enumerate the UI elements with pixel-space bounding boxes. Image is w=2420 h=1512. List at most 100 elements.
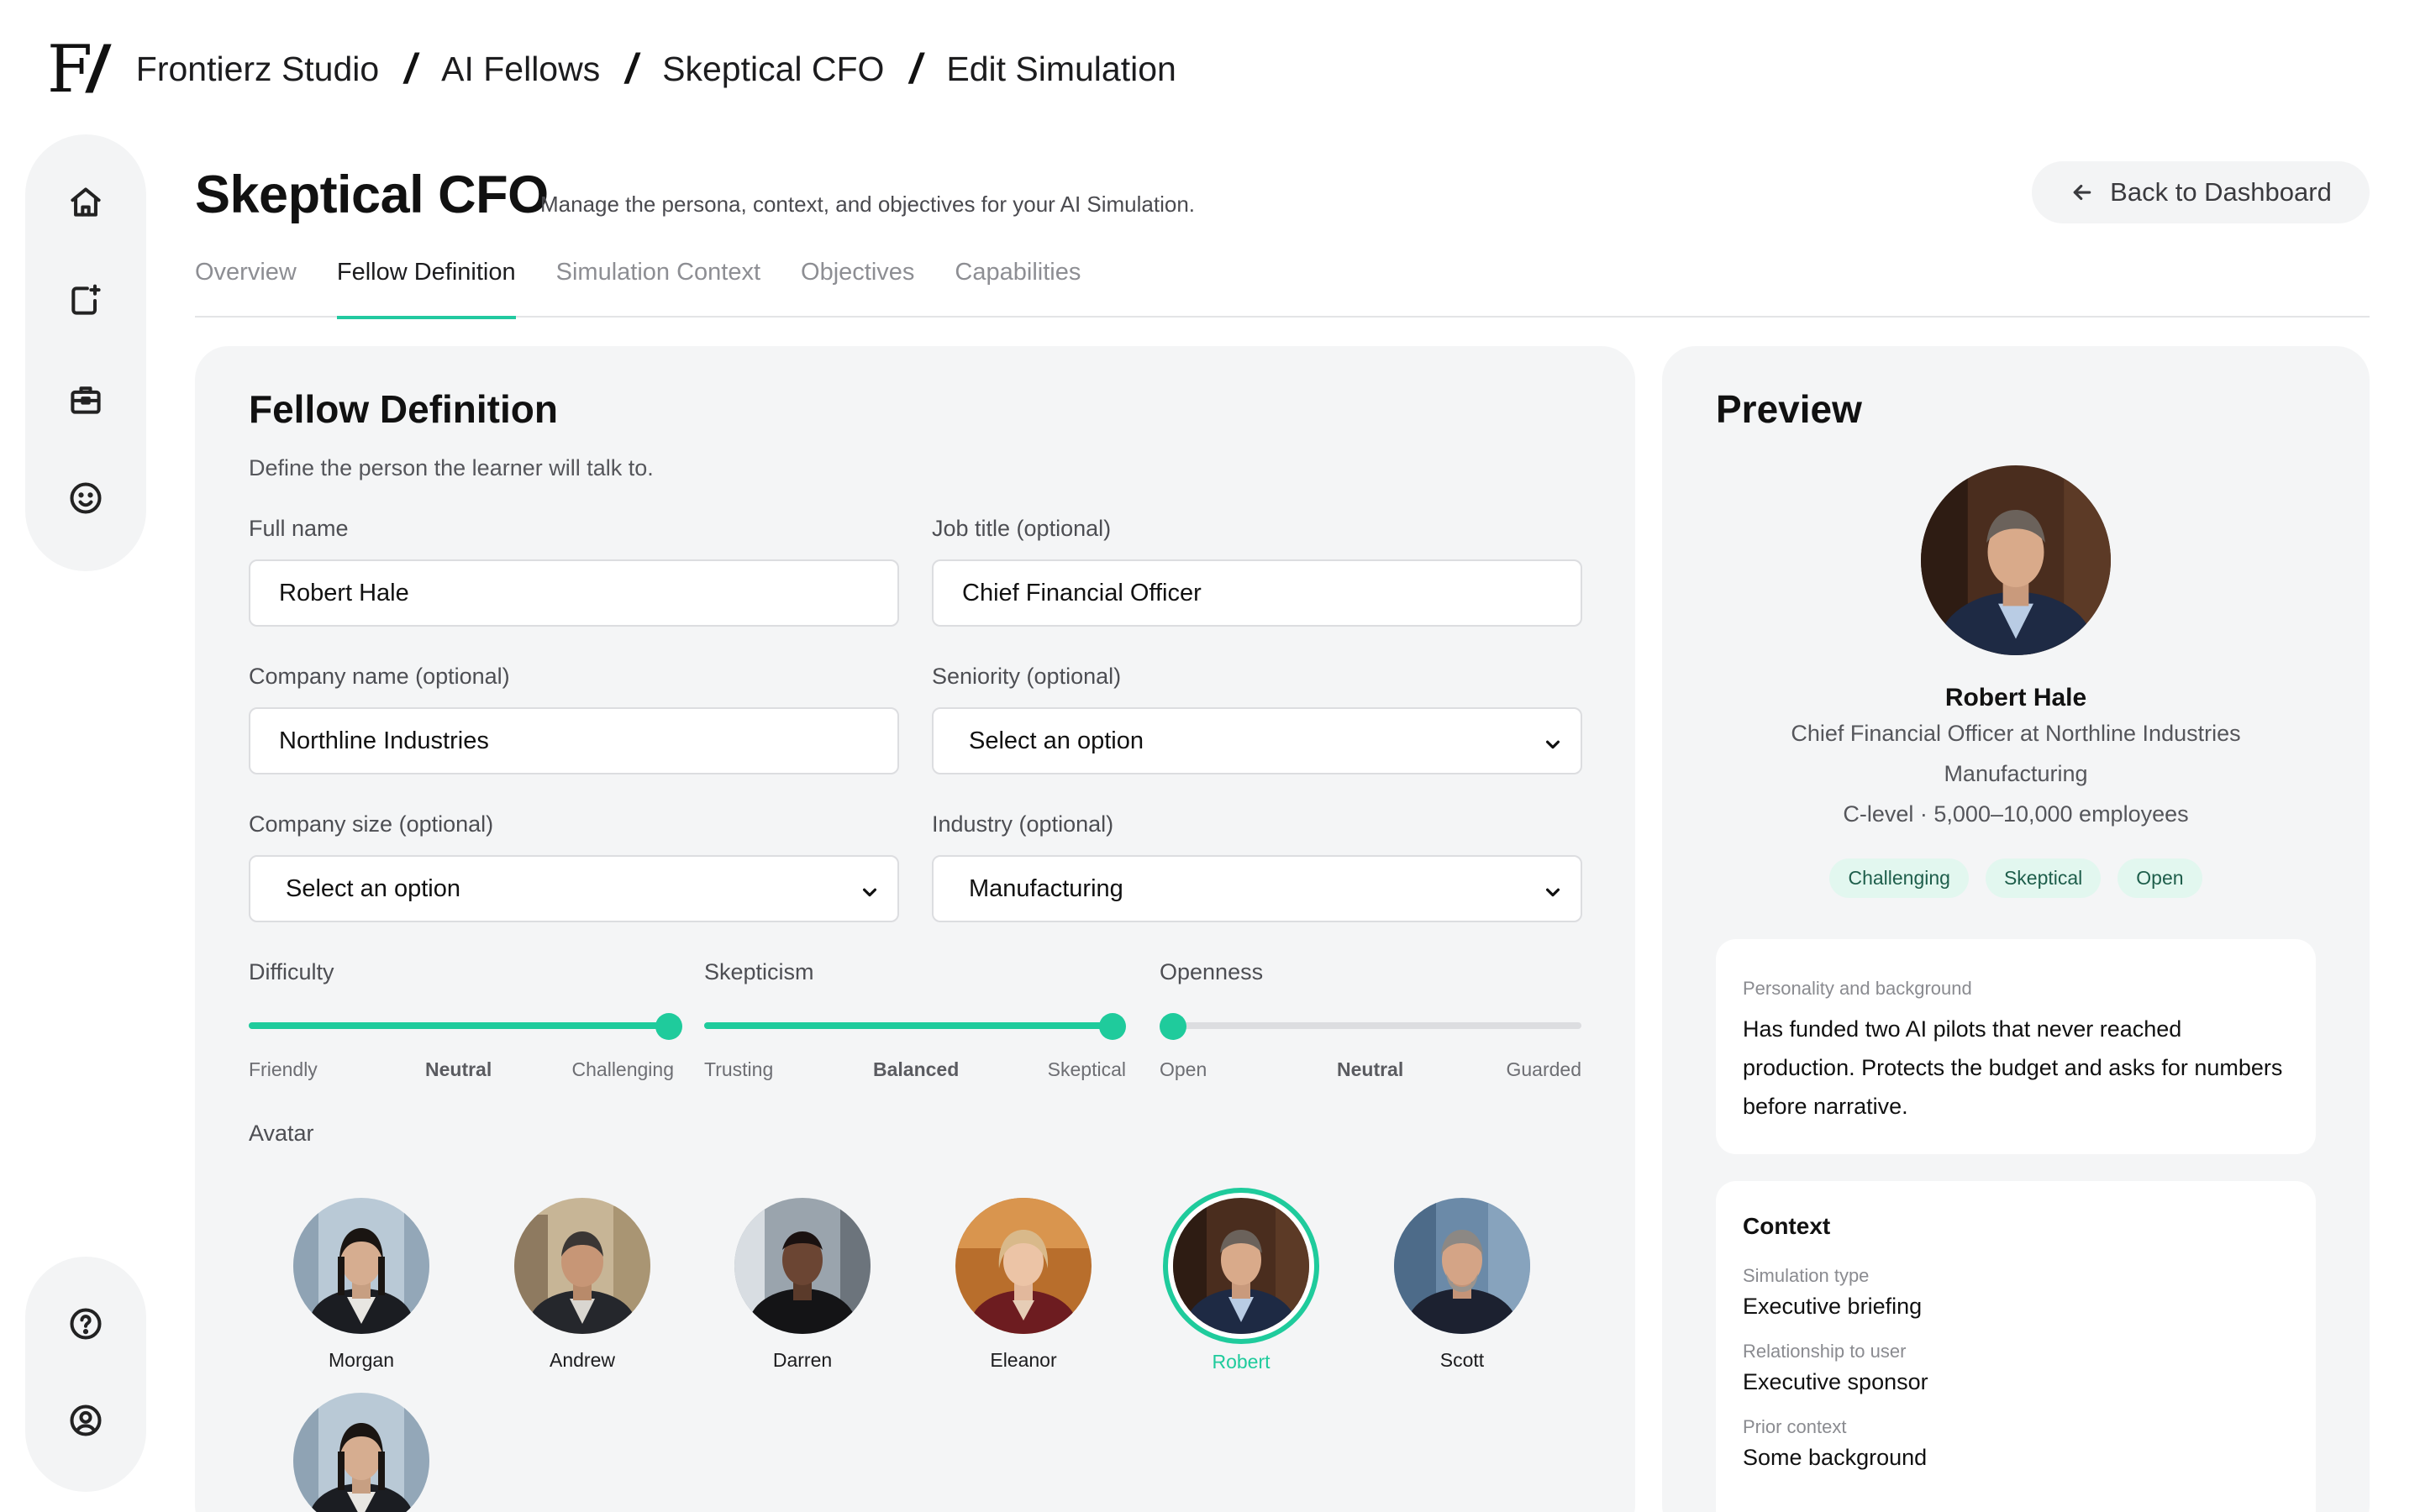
tab-bar: Overview Fellow Definition Simulation Co… — [195, 252, 2370, 319]
preview-industry: Manufacturing — [1944, 761, 2088, 786]
breadcrumb-separator: / — [404, 45, 417, 92]
avatar-image — [1394, 1198, 1530, 1334]
avatar-label: Avatar — [249, 1121, 314, 1146]
industry-label: Industry (optional) — [932, 811, 1114, 837]
skepticism-slider[interactable] — [704, 1013, 1126, 1040]
avatar-image — [734, 1198, 871, 1334]
breadcrumb-separator: / — [909, 45, 922, 92]
avatar-name: Darren — [772, 1349, 833, 1371]
company-size-value: Select an option — [286, 874, 460, 902]
relationship-label: Relationship to user — [1743, 1341, 1907, 1362]
user-icon[interactable] — [59, 1395, 113, 1445]
avatar-option-andrew[interactable]: Andrew — [498, 1198, 666, 1372]
avatar-name: Robert — [1212, 1351, 1270, 1373]
personality-text: Has funded two AI pilots that never reac… — [1743, 1016, 2283, 1119]
openness-slider-handle[interactable] — [1160, 1013, 1186, 1040]
preview-meta: C-level · 5,000–10,000 employees — [1843, 801, 2189, 827]
home-icon[interactable] — [59, 176, 113, 228]
skepticism-slider-handle[interactable] — [1099, 1013, 1126, 1040]
avatar-option-scott[interactable]: Scott — [1378, 1198, 1546, 1372]
openness-max-label: Guarded — [1506, 1058, 1581, 1080]
tab-capabilities[interactable]: Capabilities — [955, 252, 1081, 318]
skepticism-scale: Trusting Balanced Skeptical — [704, 1058, 1126, 1084]
breadcrumb: F/ Frontierz Studio / AI Fellows / Skept… — [47, 25, 1176, 113]
full-name-input[interactable] — [249, 559, 899, 627]
brand-logo[interactable]: F/ — [47, 36, 106, 102]
difficulty-slider-handle[interactable] — [655, 1013, 682, 1040]
openness-min-label: Open — [1160, 1058, 1207, 1080]
context-heading: Context — [1743, 1213, 1831, 1239]
avatar-option-darren[interactable]: Darren — [718, 1198, 886, 1372]
difficulty-label: Difficulty — [249, 959, 334, 984]
preview-role: Chief Financial Officer at Northline Ind… — [1791, 721, 2241, 746]
skepticism-mid-label: Balanced — [873, 1058, 960, 1080]
breadcrumb-item-ai-fellows[interactable]: AI Fellows — [441, 50, 600, 89]
seniority-label: Seniority (optional) — [932, 664, 1122, 689]
avatar-image — [955, 1198, 1092, 1334]
context-box: Context Simulation type Executive briefi… — [1716, 1181, 2316, 1512]
preview-trait-chips: Challenging Skeptical Open — [1662, 858, 2370, 898]
difficulty-min-label: Friendly — [249, 1058, 318, 1080]
breadcrumb-item-simulation[interactable]: Skeptical CFO — [662, 50, 884, 89]
full-name-label: Full name — [249, 516, 349, 541]
chevron-down-icon — [1544, 732, 1562, 751]
preview-avatar — [1921, 465, 2111, 655]
avatar-option-robert[interactable]: Robert — [1157, 1188, 1325, 1373]
relationship-value: Executive sponsor — [1743, 1369, 1928, 1394]
openness-mid-label: Neutral — [1337, 1058, 1404, 1080]
avatar-option-extra[interactable] — [277, 1393, 445, 1512]
trait-chip: Challenging — [1829, 858, 1969, 898]
prior-context-value: Some background — [1743, 1445, 1928, 1470]
page-title: Skeptical CFO — [195, 165, 549, 224]
avatar-name: Scott — [1439, 1349, 1485, 1371]
skepticism-min-label: Trusting — [704, 1058, 774, 1080]
prior-context-label: Prior context — [1743, 1416, 1847, 1437]
preview-name: Robert Hale — [1944, 684, 2087, 711]
industry-select[interactable]: Manufacturing — [932, 855, 1582, 922]
new-simulation-icon[interactable] — [59, 276, 113, 328]
difficulty-mid-label: Neutral — [425, 1058, 492, 1080]
difficulty-max-label: Challenging — [571, 1058, 674, 1080]
avatar-option-eleanor[interactable]: Eleanor — [939, 1198, 1107, 1372]
preview-title: Preview — [1716, 387, 1862, 431]
company-name-input[interactable] — [249, 707, 899, 774]
difficulty-slider[interactable] — [249, 1013, 682, 1040]
chevron-down-icon — [1544, 880, 1562, 899]
company-size-select[interactable]: Select an option — [249, 855, 899, 922]
back-to-dashboard-button[interactable]: Back to Dashboard — [2032, 161, 2370, 223]
personality-box: Personality and background Has funded tw… — [1716, 939, 2316, 1154]
avatar-image — [293, 1198, 429, 1334]
sidebar-primary-nav — [25, 134, 146, 571]
openness-label: Openness — [1160, 959, 1264, 984]
chevron-down-icon — [860, 880, 879, 899]
skepticism-label: Skepticism — [704, 959, 814, 984]
company-name-label: Company name (optional) — [249, 664, 510, 689]
personality-label: Personality and background — [1743, 978, 1972, 999]
avatar-image — [1173, 1198, 1309, 1334]
avatar-option-morgan[interactable]: Morgan — [277, 1198, 445, 1372]
back-button-label: Back to Dashboard — [2110, 177, 2332, 207]
section-title: Fellow Definition — [249, 387, 558, 431]
simulation-type-label: Simulation type — [1743, 1265, 1870, 1286]
tab-simulation-context[interactable]: Simulation Context — [556, 252, 760, 318]
tab-overview[interactable]: Overview — [195, 252, 297, 318]
skepticism-max-label: Skeptical — [1047, 1058, 1126, 1080]
avatar-name: Eleanor — [990, 1349, 1057, 1371]
tab-fellow-definition[interactable]: Fellow Definition — [336, 252, 516, 319]
difficulty-scale: Friendly Neutral Challenging — [249, 1058, 674, 1084]
seniority-select[interactable]: Select an option — [932, 707, 1582, 774]
sidebar-secondary-nav — [25, 1257, 146, 1492]
openness-slider[interactable] — [1160, 1013, 1581, 1040]
trait-chip: Skeptical — [1985, 858, 2102, 898]
tab-objectives[interactable]: Objectives — [801, 252, 914, 318]
job-title-label: Job title (optional) — [932, 516, 1112, 541]
smile-icon[interactable] — [59, 473, 113, 525]
briefcase-icon[interactable] — [59, 374, 113, 426]
simulation-type-value: Executive briefing — [1743, 1294, 1923, 1319]
openness-scale: Open Neutral Guarded — [1160, 1058, 1581, 1084]
help-icon[interactable] — [59, 1299, 113, 1348]
job-title-input[interactable] — [932, 559, 1582, 627]
page-subtitle: Manage the persona, context, and objecti… — [540, 192, 1196, 217]
breadcrumb-item-studio[interactable]: Frontierz Studio — [136, 50, 379, 89]
avatar-name: Andrew — [550, 1349, 615, 1371]
